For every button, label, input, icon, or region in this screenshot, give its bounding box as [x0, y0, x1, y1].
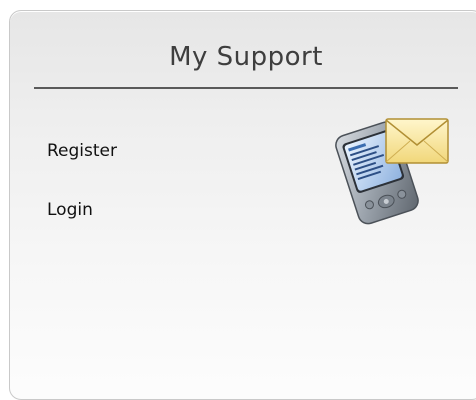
support-panel: My Support Register Login — [9, 10, 476, 400]
pda-mail-icon — [328, 107, 454, 227]
login-link[interactable]: Login — [47, 199, 93, 221]
panel-title: My Support — [169, 42, 323, 72]
title-divider — [34, 87, 458, 89]
register-link[interactable]: Register — [47, 140, 117, 162]
